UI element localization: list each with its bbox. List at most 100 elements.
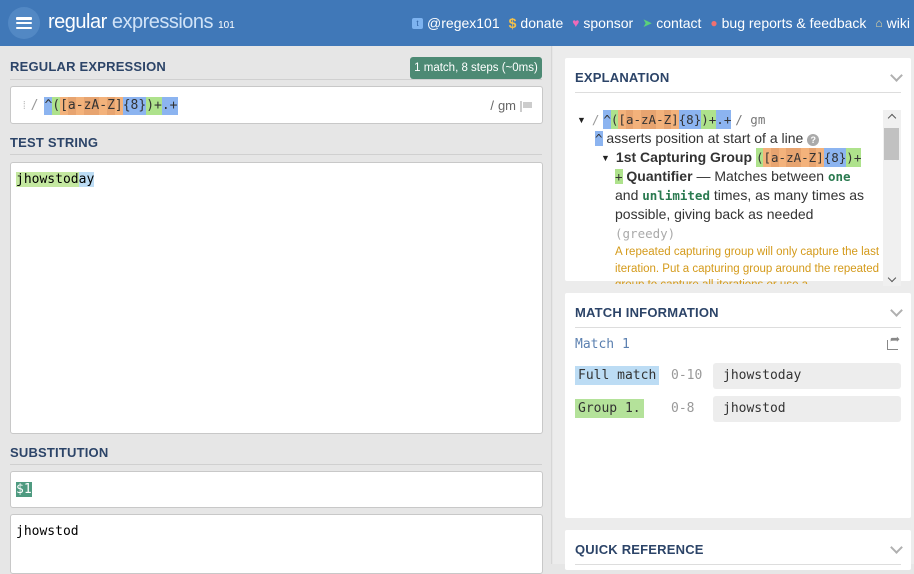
- header-nav: t @regex101 $ donate ♥ sponsor ➤ contact ● bu…: [412, 14, 910, 32]
- regex-pattern[interactable]: ⁞ / ^([a-zA-Z]{8})+.+: [21, 97, 178, 115]
- regex-token: [: [618, 110, 626, 129]
- regex-token: {8}: [122, 97, 147, 115]
- drag-grip-icon[interactable]: ⁞: [21, 97, 28, 115]
- explanation-tree: ▼ / ^([a-zA-Z]{8})+.+ / gm ^ asserts posi…: [577, 110, 882, 284]
- regex-delimiter-open: /: [30, 98, 39, 113]
- regex-token: -: [778, 148, 787, 167]
- regex-token: )+: [701, 110, 717, 129]
- divider: [575, 327, 901, 328]
- full-match-tag: Full match: [575, 366, 660, 385]
- substitution-result: jhowstod: [10, 514, 543, 574]
- github-icon: ●: [710, 16, 718, 30]
- substitution-input[interactable]: $1: [10, 471, 543, 508]
- tree-quantifier-node: + Quantifier — Matches between one: [615, 168, 851, 184]
- nav-bug-reports-link[interactable]: ● bug reports & feedback: [710, 14, 866, 32]
- group-tag: Group 1.: [575, 399, 644, 418]
- nav-donate-link[interactable]: $ donate: [509, 14, 564, 32]
- chevron-down-icon[interactable]: [889, 70, 903, 84]
- help-icon[interactable]: ?: [807, 134, 820, 146]
- nav-twitter-link[interactable]: t @regex101: [412, 14, 500, 32]
- quantifier-desc-line: possible, giving back as needed: [615, 206, 814, 222]
- scroll-up-icon[interactable]: [883, 110, 901, 124]
- match-status-badge: 1 match, 8 steps (~0ms): [410, 57, 542, 79]
- tree-group-node[interactable]: ▼ 1st Capturing Group ([a-zA-Z]{8})+: [601, 148, 862, 168]
- match-highlight: ay: [78, 172, 95, 187]
- test-string-input[interactable]: jhowstoday: [10, 162, 543, 434]
- nav-sponsor-link[interactable]: ♥ sponsor: [572, 14, 633, 32]
- chevron-down-icon[interactable]: [889, 542, 903, 556]
- match-range: 0-10: [671, 368, 703, 383]
- divider: [575, 564, 901, 565]
- regex-token: ^: [44, 97, 53, 115]
- regex-token: Z: [808, 148, 817, 167]
- sidebar-panel: EXPLANATION ▼ / ^([a-zA-Z]{8})+.+ / gm ^ …: [553, 46, 914, 570]
- quick-reference-card: QUICK REFERENCE: [565, 530, 911, 570]
- regex-token: Z: [663, 110, 672, 129]
- regex-token: )+: [146, 97, 162, 115]
- regex-token: ]: [114, 97, 123, 115]
- nav-wiki-link[interactable]: ⌂ wiki: [875, 14, 910, 32]
- scroll-down-icon[interactable]: [883, 272, 901, 286]
- regex-token: {8}: [678, 110, 702, 129]
- nav-contact-link[interactable]: ➤ contact: [642, 14, 701, 32]
- regex-flags: gm: [497, 98, 516, 113]
- regex-token: a: [771, 148, 779, 167]
- regex-token: -: [99, 97, 108, 115]
- regex-token: z: [786, 148, 794, 167]
- substitution-title: SUBSTITUTION: [10, 445, 109, 460]
- regex-token: [: [763, 148, 771, 167]
- regex-token: -: [656, 110, 664, 129]
- scrollbar-thumb[interactable]: [884, 128, 899, 160]
- regex-token: ^: [603, 110, 611, 129]
- group-title: 1st Capturing Group: [615, 149, 753, 165]
- match-row: Group 1. 0-8 jhowstod: [575, 396, 901, 422]
- test-string-text[interactable]: jhowstoday: [16, 171, 95, 189]
- regex-token: (: [610, 110, 619, 129]
- regex-token: )+: [846, 148, 862, 167]
- quick-reference-title: QUICK REFERENCE: [575, 542, 704, 557]
- paper-plane-icon: ➤: [642, 16, 653, 30]
- explanation-regex-tokens: ^([a-zA-Z]{8})+.+: [603, 110, 732, 129]
- logo[interactable]: regular expressions 101: [48, 9, 235, 39]
- tree-anchor-node: ^ asserts position at start of a line ?: [595, 129, 820, 148]
- match-value: jhowstoday: [713, 363, 901, 389]
- quantifier-title: Quantifier: [626, 168, 693, 184]
- explanation-scrollbar[interactable]: [883, 110, 901, 286]
- anchor-token: ^: [595, 131, 603, 146]
- chevron-down-icon[interactable]: [889, 305, 903, 319]
- regex-token: z: [83, 97, 92, 115]
- match-range: 0-8: [671, 401, 695, 416]
- menu-button[interactable]: [8, 7, 40, 39]
- caret-down-icon[interactable]: ▼: [577, 111, 586, 130]
- divider: [10, 154, 542, 155]
- regex-token: .+: [716, 110, 732, 129]
- group-highlight: jhowstod: [16, 172, 79, 187]
- regex-token: ]: [816, 148, 824, 167]
- tree-root[interactable]: ▼ / ^([a-zA-Z]{8})+.+ / gm: [577, 110, 765, 130]
- share-icon[interactable]: [887, 332, 901, 350]
- dollar-icon: $: [508, 15, 517, 31]
- anchor-description: asserts position at start of a line: [606, 130, 804, 146]
- match-information-card: MATCH INFORMATION Match 1 Full match 0-1…: [565, 293, 911, 518]
- regex-input[interactable]: ⁞ / ^([a-zA-Z]{8})+.+ / gm: [10, 86, 543, 124]
- explanation-title: EXPLANATION: [575, 70, 670, 85]
- bank-icon: ⌂: [875, 16, 883, 30]
- regex-flags-button[interactable]: / gm: [490, 97, 532, 115]
- caret-down-icon[interactable]: ▼: [601, 149, 610, 168]
- substitution-value[interactable]: $1: [16, 482, 32, 497]
- regex-token: A: [648, 110, 657, 129]
- twitter-icon: t: [412, 17, 424, 29]
- heart-icon: ♥: [572, 16, 580, 30]
- warning-text: A repeated capturing group will only cap…: [615, 246, 880, 284]
- regex-token: -: [75, 97, 84, 115]
- regex-token: A: [793, 148, 802, 167]
- regex-token: a: [67, 97, 76, 115]
- regex-section-title: REGULAR EXPRESSION: [10, 59, 167, 74]
- match-value: jhowstod: [713, 396, 901, 422]
- keyword-unlimited: unlimited: [642, 188, 710, 203]
- greedy-label: (greedy): [615, 226, 676, 241]
- regex-token: (: [52, 97, 61, 115]
- divider: [10, 79, 542, 80]
- regex-token: A: [91, 97, 100, 115]
- test-string-title: TEST STRING: [10, 135, 99, 150]
